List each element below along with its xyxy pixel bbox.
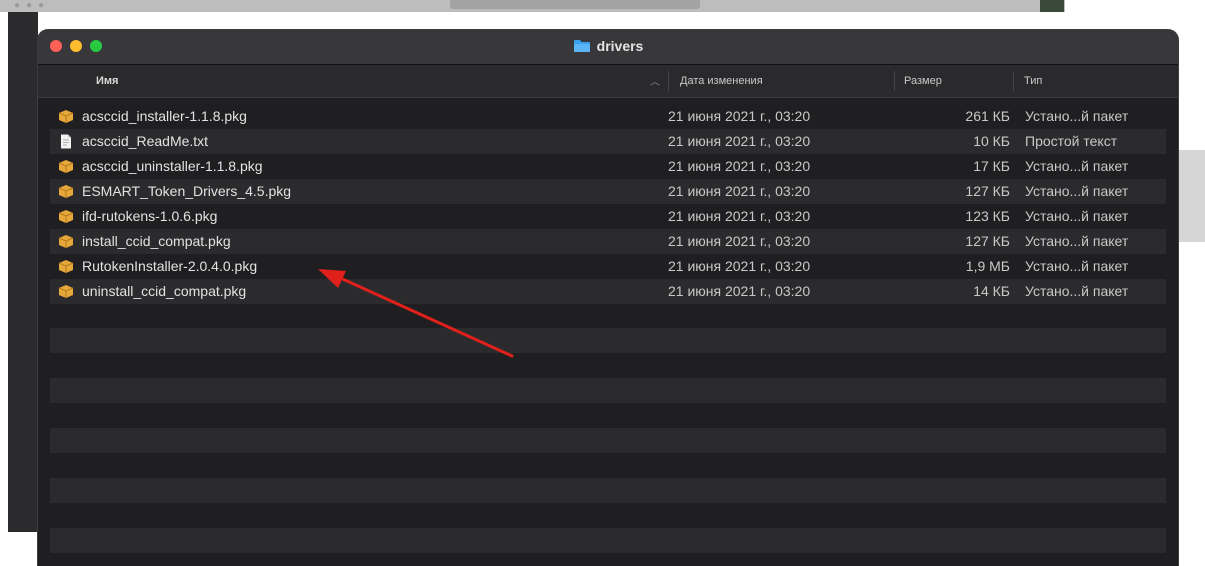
text-file-icon <box>61 134 71 149</box>
file-size: 123 КБ <box>965 208 1010 224</box>
window-title-text: drivers <box>596 38 644 54</box>
file-size: 14 КБ <box>973 283 1010 299</box>
column-header-size[interactable]: Размер <box>904 75 942 87</box>
column-header-date[interactable]: Дата изменения <box>680 75 763 87</box>
file-date: 21 июня 2021 г., 03:20 <box>668 258 811 274</box>
package-icon <box>58 110 74 123</box>
file-date: 21 июня 2021 г., 03:20 <box>668 133 811 149</box>
file-name: acsccid_installer-1.1.8.pkg <box>82 108 247 124</box>
file-kind: Устано...й пакет <box>1025 208 1129 224</box>
empty-row-stripe <box>50 478 1166 503</box>
file-size: 261 КБ <box>965 108 1010 124</box>
column-divider[interactable] <box>668 71 669 91</box>
file-size: 1,9 МБ <box>965 258 1010 274</box>
file-row[interactable]: RutokenInstaller-2.0.4.0.pkg 21 июня 202… <box>50 254 1166 279</box>
file-kind: Устано...й пакет <box>1025 283 1129 299</box>
file-kind: Устано...й пакет <box>1025 108 1129 124</box>
column-divider[interactable] <box>1013 71 1014 91</box>
file-kind: Устано...й пакет <box>1025 158 1129 174</box>
file-name: RutokenInstaller-2.0.4.0.pkg <box>82 258 258 274</box>
file-kind: Устано...й пакет <box>1025 183 1129 199</box>
package-icon <box>58 285 74 298</box>
background-panel <box>1177 150 1205 242</box>
column-header-kind[interactable]: Тип <box>1024 75 1042 87</box>
background-window-controls: ●●● <box>14 0 51 11</box>
file-date: 21 июня 2021 г., 03:20 <box>668 208 811 224</box>
background-window-title <box>450 0 700 9</box>
file-list: acsccid_installer-1.1.8.pkg 21 июня 2021… <box>50 104 1166 304</box>
file-name: ifd-rutokens-1.0.6.pkg <box>82 208 218 224</box>
file-name: acsccid_uninstaller-1.1.8.pkg <box>82 158 263 174</box>
file-size: 127 КБ <box>965 233 1010 249</box>
finder-window: drivers Имя ︿ Дата изменения Размер Тип … <box>38 30 1178 566</box>
file-name: uninstall_ccid_compat.pkg <box>82 283 247 299</box>
file-date: 21 июня 2021 г., 03:20 <box>668 283 811 299</box>
background-thumbnail <box>1040 0 1064 12</box>
background-window-titlebar: ●●● <box>0 0 1065 12</box>
file-name: ESMART_Token_Drivers_4.5.pkg <box>82 183 292 199</box>
file-kind: Устано...й пакет <box>1025 258 1129 274</box>
empty-row-stripe <box>50 328 1166 353</box>
file-row[interactable]: uninstall_ccid_compat.pkg 21 июня 2021 г… <box>50 279 1166 304</box>
file-row[interactable]: acsccid_installer-1.1.8.pkg 21 июня 2021… <box>50 104 1166 129</box>
file-name: install_ccid_compat.pkg <box>82 233 231 249</box>
file-date: 21 июня 2021 г., 03:20 <box>668 108 811 124</box>
file-name: acsccid_ReadMe.txt <box>82 133 209 149</box>
package-icon <box>58 160 74 173</box>
folder-icon <box>573 40 590 52</box>
file-row[interactable]: acsccid_uninstaller-1.1.8.pkg 21 июня 20… <box>50 154 1166 179</box>
empty-row-stripe <box>50 428 1166 453</box>
file-row[interactable]: acsccid_ReadMe.txt 21 июня 2021 г., 03:2… <box>50 129 1166 154</box>
file-row[interactable]: ESMART_Token_Drivers_4.5.pkg 21 июня 202… <box>50 179 1166 204</box>
file-size: 17 КБ <box>973 158 1010 174</box>
file-size: 10 КБ <box>973 133 1010 149</box>
file-row[interactable]: install_ccid_compat.pkg 21 июня 2021 г.,… <box>50 229 1166 254</box>
file-date: 21 июня 2021 г., 03:20 <box>668 158 811 174</box>
column-header-name[interactable]: Имя <box>96 75 118 87</box>
package-icon <box>58 235 74 248</box>
column-divider[interactable] <box>894 71 895 91</box>
file-size: 127 КБ <box>965 183 1010 199</box>
column-header-bar: Имя ︿ Дата изменения Размер Тип <box>38 65 1178 98</box>
empty-row-stripe <box>50 528 1166 553</box>
sort-ascending-icon[interactable]: ︿ <box>650 73 660 88</box>
file-kind: Простой текст <box>1025 133 1118 149</box>
file-kind: Устано...й пакет <box>1025 233 1129 249</box>
package-icon <box>58 210 74 223</box>
empty-row-stripe <box>50 378 1166 403</box>
window-title: drivers <box>38 38 1178 54</box>
file-date: 21 июня 2021 г., 03:20 <box>668 233 811 249</box>
package-icon <box>58 185 74 198</box>
file-row[interactable]: ifd-rutokens-1.0.6.pkg 21 июня 2021 г., … <box>50 204 1166 229</box>
window-titlebar[interactable]: drivers <box>38 30 1178 65</box>
file-date: 21 июня 2021 г., 03:20 <box>668 183 811 199</box>
package-icon <box>58 260 74 273</box>
background-window-edge <box>8 12 38 532</box>
